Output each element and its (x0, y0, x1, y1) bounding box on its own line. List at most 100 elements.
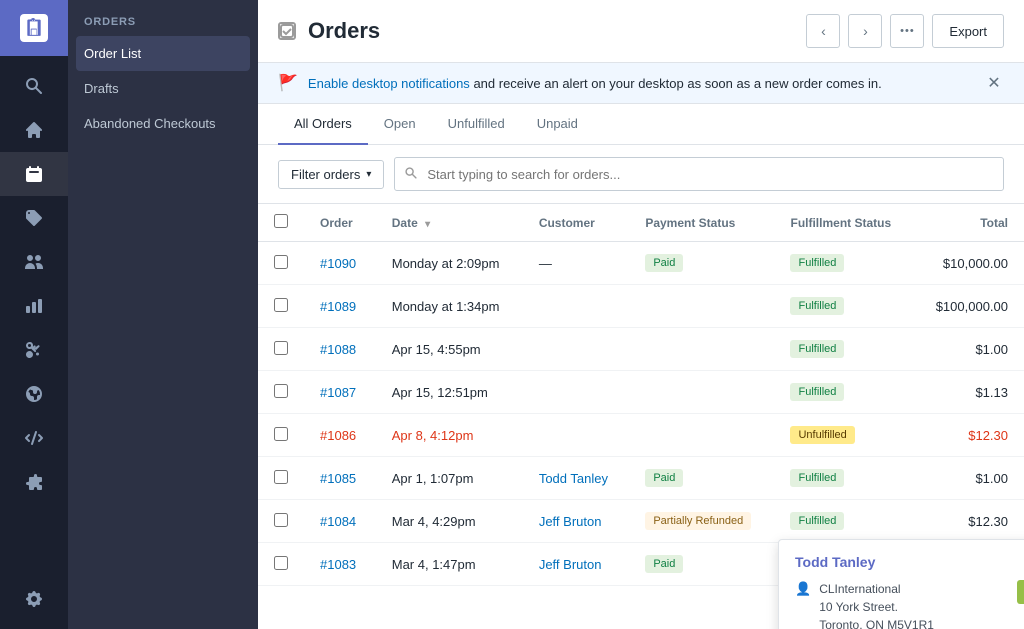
order-number-link[interactable]: #1090 (320, 256, 356, 271)
filter-dropdown-icon: ▾ (366, 169, 371, 180)
tooltip-address-row: 👤 CLInternational 10 York Street. Toront… (795, 580, 1024, 629)
table-row: #1088 Apr 15, 4:55pm Fulfilled $1.00 (258, 328, 1024, 371)
sidebar (0, 0, 68, 629)
back-button[interactable]: ‹ (806, 14, 840, 48)
puzzle-sidebar-icon[interactable] (0, 460, 68, 504)
shopify-logo-icon (20, 14, 48, 42)
page-title: Orders (308, 18, 794, 44)
globe-sidebar-icon[interactable] (0, 372, 68, 416)
order-number-link[interactable]: #1083 (320, 557, 356, 572)
order-date: Monday at 1:34pm (376, 285, 523, 328)
nav-panel: ORDERS Order List Drafts Abandoned Check… (68, 0, 258, 629)
order-col-header: Order (304, 204, 376, 242)
nav-item-abandoned-checkouts[interactable]: Abandoned Checkouts (68, 106, 258, 141)
order-date: Apr 1, 1:07pm (376, 457, 523, 500)
search-wrapper (394, 157, 1004, 191)
table-row: #1085 Apr 1, 1:07pm Todd Tanley Paid Ful… (258, 457, 1024, 500)
order-date: Apr 15, 12:51pm (376, 371, 523, 414)
row-checkbox[interactable] (274, 470, 288, 484)
order-number-link[interactable]: #1086 (320, 428, 356, 443)
search-sidebar-icon[interactable] (0, 64, 68, 108)
forward-button[interactable]: › (848, 14, 882, 48)
home-sidebar-icon[interactable] (0, 108, 68, 152)
fulfillment-badge: Fulfilled (790, 297, 844, 315)
order-total: $1.13 (914, 371, 1024, 414)
payment-badge: Paid (645, 469, 683, 487)
orders-section: All Orders Open Unfulfilled Unpaid Filte… (258, 104, 1024, 629)
notification-close-button[interactable]: ✕ (984, 73, 1004, 93)
nav-panel-header: ORDERS (68, 0, 258, 36)
total-col-header: Total (914, 204, 1024, 242)
customer-tooltip: Todd Tanley 👤 CLInternational 10 York St… (778, 539, 1024, 629)
more-actions-button[interactable]: ••• (890, 14, 924, 48)
tab-unfulfilled[interactable]: Unfulfilled (432, 104, 521, 145)
orders-toolbar: Filter orders ▾ (258, 145, 1024, 204)
notification-flag-icon: 🚩 (278, 73, 298, 93)
notification-bar: 🚩 Enable desktop notifications and recei… (258, 63, 1024, 104)
tags-sidebar-icon[interactable] (0, 196, 68, 240)
tab-all-orders[interactable]: All Orders (278, 104, 368, 145)
sidebar-logo[interactable] (0, 0, 68, 56)
enable-notifications-link[interactable]: Enable desktop notifications (308, 76, 470, 91)
nav-item-drafts[interactable]: Drafts (68, 71, 258, 106)
order-total: $100,000.00 (914, 285, 1024, 328)
order-number-link[interactable]: #1089 (320, 299, 356, 314)
settings-sidebar-icon[interactable] (0, 577, 68, 621)
order-number-link[interactable]: #1087 (320, 385, 356, 400)
tooltip-customer-name: Todd Tanley (795, 554, 1024, 570)
main-content: Orders ‹ › ••• Export 🚩 Enable desktop n… (258, 0, 1024, 629)
tooltip-address: CLInternational 10 York Street. Toronto,… (819, 580, 934, 629)
customer-col-header: Customer (523, 204, 630, 242)
order-number-link[interactable]: #1085 (320, 471, 356, 486)
order-date: Monday at 2:09pm (376, 242, 523, 285)
tab-open[interactable]: Open (368, 104, 432, 145)
row-checkbox[interactable] (274, 384, 288, 398)
order-customer (523, 285, 630, 328)
fulfillment-badge: Unfulfilled (790, 426, 854, 444)
row-checkbox[interactable] (274, 298, 288, 312)
code-sidebar-icon[interactable] (0, 416, 68, 460)
page-header: Orders ‹ › ••• Export (258, 0, 1024, 63)
fulfillment-col-header: Fulfillment Status (774, 204, 914, 242)
search-icon (404, 166, 418, 183)
order-total: $1.00 (914, 457, 1024, 500)
row-checkbox[interactable] (274, 556, 288, 570)
payment-badge: Partially Refunded (645, 512, 751, 530)
search-input[interactable] (394, 157, 1004, 191)
orders-table: Order Date ▾ Customer Payment Status Ful… (258, 204, 1024, 586)
order-number-link[interactable]: #1088 (320, 342, 356, 357)
payment-col-header: Payment Status (629, 204, 774, 242)
order-date: Mar 4, 4:29pm (376, 500, 523, 543)
order-total: $12.30 (914, 414, 1024, 457)
nav-item-order-list[interactable]: Order List (76, 36, 250, 71)
analytics-sidebar-icon[interactable] (0, 284, 68, 328)
notification-text: and receive an alert on your desktop as … (473, 76, 881, 91)
order-total: $1.00 (914, 328, 1024, 371)
row-checkbox[interactable] (274, 255, 288, 269)
row-checkbox[interactable] (274, 427, 288, 441)
table-row: #1086 Apr 8, 4:12pm Unfulfilled $12.30 (258, 414, 1024, 457)
tab-unpaid[interactable]: Unpaid (521, 104, 594, 145)
date-col-header[interactable]: Date ▾ (376, 204, 523, 242)
row-checkbox[interactable] (274, 341, 288, 355)
customer-link[interactable]: Todd Tanley (539, 471, 608, 486)
fulfillment-badge: Fulfilled (790, 469, 844, 487)
export-button[interactable]: Export (932, 14, 1004, 48)
order-total: $12.30 (914, 500, 1024, 543)
scissors-sidebar-icon[interactable] (0, 328, 68, 372)
customers-sidebar-icon[interactable] (0, 240, 68, 284)
order-date: Apr 15, 4:55pm (376, 328, 523, 371)
page-header-checkbox (278, 22, 296, 40)
customer-link[interactable]: Jeff Bruton (539, 557, 602, 572)
customer-link[interactable]: Jeff Bruton (539, 514, 602, 529)
row-checkbox[interactable] (274, 513, 288, 527)
payment-badge: Paid (645, 254, 683, 272)
order-number-link[interactable]: #1084 (320, 514, 356, 529)
order-date: Apr 8, 4:12pm (376, 414, 523, 457)
filter-orders-button[interactable]: Filter orders ▾ (278, 160, 384, 189)
shopify-channel-icon: S (1017, 580, 1024, 604)
orders-sidebar-icon[interactable] (0, 152, 68, 196)
sidebar-bottom-icons (0, 577, 68, 629)
select-all-checkbox[interactable] (274, 214, 288, 228)
sidebar-nav-icons (0, 64, 68, 504)
